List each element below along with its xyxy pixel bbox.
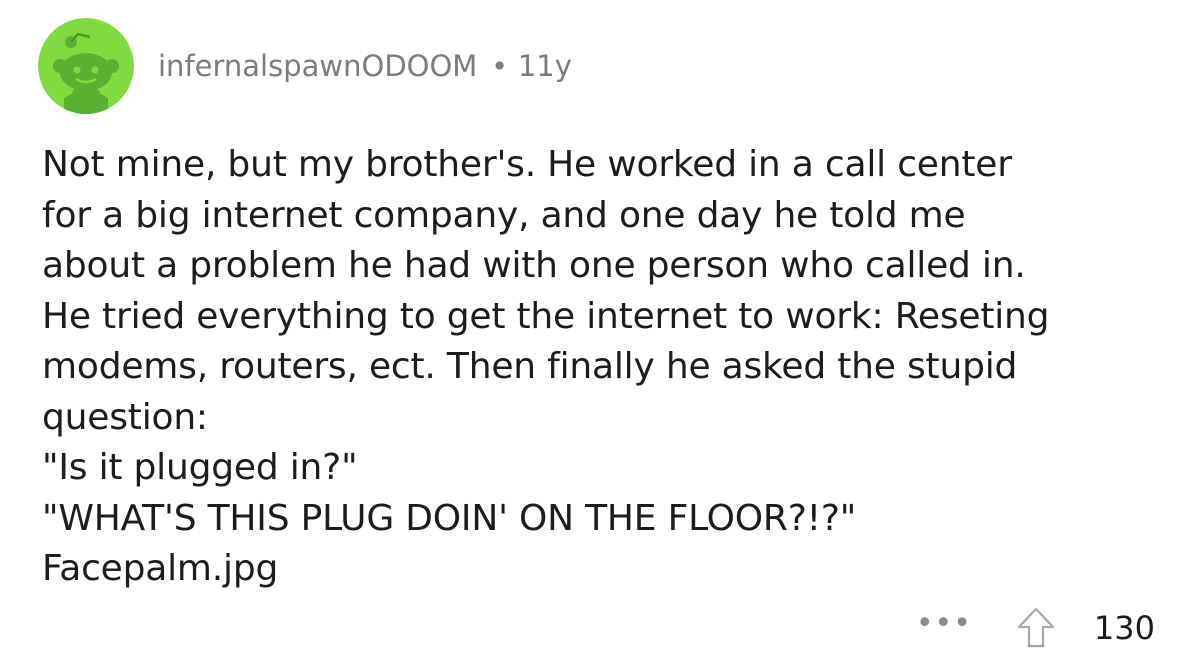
username-link[interactable]: infernalspawnODOOM — [158, 49, 477, 83]
avatar[interactable] — [38, 18, 134, 114]
comment-body-line: for a big internet company, and one day … — [42, 194, 966, 236]
more-options-button[interactable]: ••• — [916, 609, 972, 639]
comment: infernalspawnODOOM • 11y Not mine, but m… — [0, 0, 1179, 660]
vote-score: 130 — [1093, 609, 1155, 647]
comment-actions: ••• 130 — [916, 600, 1155, 656]
reddit-snoo-avatar-icon — [38, 18, 134, 114]
meta-separator: • — [491, 49, 508, 83]
comment-body-line: Facepalm.jpg — [42, 548, 279, 589]
comment-header: infernalspawnODOOM • 11y — [38, 18, 572, 114]
comment-body-line: He tried everything to get the internet … — [42, 295, 1050, 337]
comment-body: Not mine, but my brother's. He worked in… — [42, 140, 1152, 595]
comment-body-line: "WHAT'S THIS PLUG DOIN' ON THE FLOOR?!?" — [42, 497, 857, 539]
comment-body-line: about a problem he had with one person w… — [42, 245, 1026, 286]
comment-body-line: Not mine, but my brother's. He worked in… — [42, 144, 1012, 185]
comment-meta: infernalspawnODOOM • 11y — [158, 49, 572, 83]
upvote-arrow-icon[interactable] — [1016, 606, 1056, 650]
comment-body-line: "Is it plugged in?" — [42, 447, 358, 488]
comment-body-line: question: — [42, 396, 208, 438]
comment-age[interactable]: 11y — [518, 49, 572, 83]
comment-body-line: modems, routers, ect. Then finally he as… — [42, 346, 1018, 387]
